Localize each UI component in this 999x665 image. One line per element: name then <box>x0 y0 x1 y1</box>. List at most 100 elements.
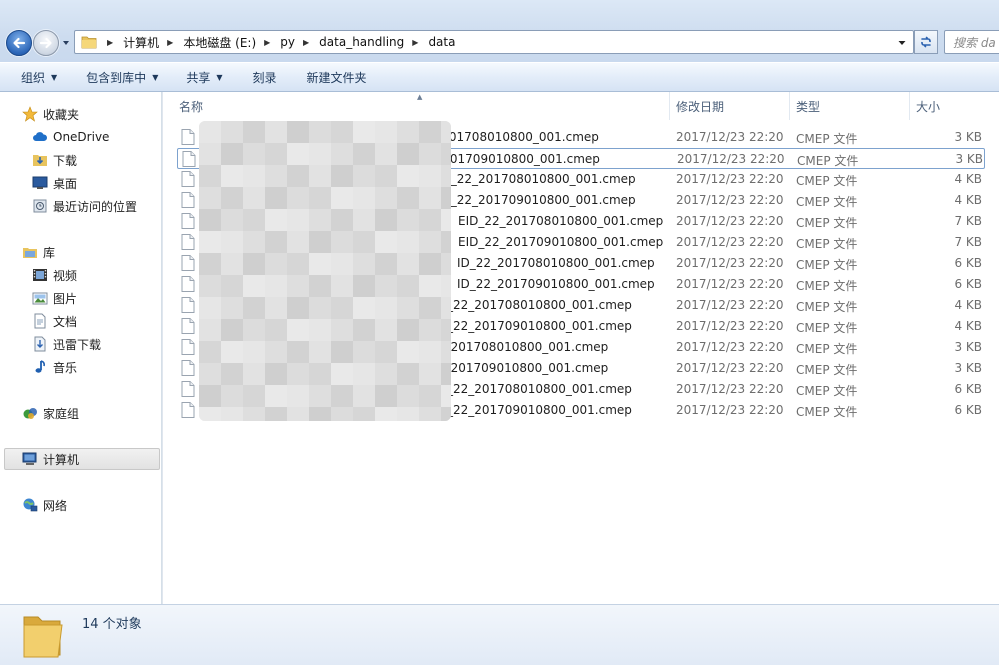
blur-tile <box>243 165 265 187</box>
breadcrumb-computer[interactable]: 计算机 <box>123 34 159 51</box>
file-name: EID_22_201709010800_001.cmep <box>458 235 664 249</box>
address-bar-area: ▶ 计算机 ▶ 本地磁盘 (E:) ▶ py ▶ data_handling ▶… <box>0 0 999 62</box>
nav-network[interactable]: 网络 <box>22 494 182 516</box>
search-input[interactable]: 搜索 da <box>944 30 999 54</box>
chevron-right-icon[interactable]: ▶ <box>264 38 270 47</box>
blur-tile <box>397 297 419 319</box>
address-history-dropdown-icon[interactable] <box>897 38 907 48</box>
blur-tile <box>375 231 397 253</box>
blur-tile <box>331 407 353 421</box>
nav-homegroup[interactable]: 家庭组 <box>22 402 182 424</box>
blur-tile <box>309 341 331 363</box>
folder-large-icon <box>23 616 63 658</box>
column-header-modified[interactable]: 修改日期 <box>670 92 790 120</box>
nav-favorites[interactable]: 收藏夹 <box>22 103 182 125</box>
blur-tile <box>397 209 419 231</box>
recent-pages-dropdown-icon[interactable] <box>61 38 71 48</box>
homegroup-icon <box>22 405 38 421</box>
caret-down-icon: ▼ <box>51 72 58 82</box>
music-note-icon <box>32 359 48 375</box>
file-icon <box>181 297 195 313</box>
breadcrumb-py[interactable]: py <box>280 35 295 49</box>
nav-xunlei-label: 迅雷下载 <box>53 337 102 352</box>
nav-pictures-label: 图片 <box>53 291 78 306</box>
breadcrumb-local-disk-e[interactable]: 本地磁盘 (E:) <box>183 34 256 51</box>
blur-tile <box>199 319 221 341</box>
blur-tile <box>375 407 397 421</box>
nav-documents-label: 文档 <box>53 314 78 329</box>
blur-tile <box>419 253 441 275</box>
privacy-blur-overlay <box>199 121 451 421</box>
breadcrumb-data[interactable]: data <box>428 35 455 49</box>
blur-tile <box>441 385 451 407</box>
file-name: _22_201708010800_001.cmep <box>447 382 632 396</box>
file-icon <box>181 234 195 250</box>
file-modified-date: 2017/12/23 22:20 <box>676 340 784 354</box>
blur-tile <box>353 187 375 209</box>
file-icon <box>181 318 195 334</box>
nav-computer[interactable]: 计算机 <box>4 448 160 470</box>
blur-tile <box>309 275 331 297</box>
file-icon <box>181 129 195 145</box>
blur-tile <box>375 143 397 165</box>
chevron-right-icon[interactable]: ▶ <box>107 38 113 47</box>
blur-tile <box>243 275 265 297</box>
forward-button[interactable] <box>33 30 59 56</box>
blur-tile <box>243 253 265 275</box>
include-in-library-menu[interactable]: 包含到库中 ▼ <box>86 62 158 92</box>
file-type: CMEP 文件 <box>796 384 858 398</box>
column-headers: 名称 ▲ 修改日期 类型 大小 <box>163 92 999 120</box>
blur-tile <box>309 231 331 253</box>
blur-tile <box>243 297 265 319</box>
share-label: 共享 <box>186 70 211 85</box>
refresh-button[interactable] <box>914 30 938 54</box>
details-status-bar: 14 个对象 <box>0 604 999 665</box>
chevron-right-icon[interactable]: ▶ <box>412 38 418 47</box>
file-size: 6 KB <box>954 277 982 291</box>
blur-tile <box>243 407 265 421</box>
nav-videos-label: 视频 <box>53 268 78 283</box>
chevron-right-icon[interactable]: ▶ <box>167 38 173 47</box>
column-header-size[interactable]: 大小 <box>910 92 999 120</box>
column-header-type[interactable]: 类型 <box>790 92 910 120</box>
blur-tile <box>353 253 375 275</box>
file-size: 6 KB <box>954 403 982 417</box>
blur-tile <box>265 275 287 297</box>
address-path-box[interactable]: ▶ 计算机 ▶ 本地磁盘 (E:) ▶ py ▶ data_handling ▶… <box>74 30 914 54</box>
blur-tile <box>397 341 419 363</box>
refresh-icon <box>921 36 931 48</box>
file-size: 6 KB <box>954 382 982 396</box>
organize-menu[interactable]: 组织 ▼ <box>21 62 57 92</box>
back-button[interactable] <box>6 30 32 56</box>
breadcrumb-data-handling[interactable]: data_handling <box>319 35 404 49</box>
file-size: 3 KB <box>954 340 982 354</box>
blur-tile <box>419 121 441 143</box>
file-name: ID_22_201708010800_001.cmep <box>438 172 636 186</box>
file-modified-date: 2017/12/23 22:20 <box>676 235 784 249</box>
blur-tile <box>287 231 309 253</box>
blur-tile <box>287 209 309 231</box>
blur-tile <box>221 253 243 275</box>
blur-tile <box>287 275 309 297</box>
blur-tile <box>375 165 397 187</box>
blur-tile <box>353 385 375 407</box>
blur-tile <box>199 341 221 363</box>
nav-libraries[interactable]: 库 <box>22 241 182 263</box>
file-modified-date: 2017/12/23 22:20 <box>676 193 784 207</box>
share-menu[interactable]: 共享 ▼ <box>186 62 222 92</box>
file-list-view: 名称 ▲ 修改日期 类型 大小 22_201708010800_001.cmep… <box>163 92 999 604</box>
nav-homegroup-label: 家庭组 <box>43 406 80 421</box>
cloud-icon <box>32 129 48 145</box>
file-icon <box>181 360 195 376</box>
burn-button[interactable]: 刻录 <box>253 62 277 92</box>
file-icon <box>181 213 195 229</box>
blur-tile <box>221 275 243 297</box>
file-type: CMEP 文件 <box>796 300 858 314</box>
blur-tile <box>419 165 441 187</box>
blur-tile <box>331 187 353 209</box>
file-size: 3 KB <box>954 130 982 144</box>
blur-tile <box>221 363 243 385</box>
chevron-right-icon[interactable]: ▶ <box>303 38 309 47</box>
new-folder-button[interactable]: 新建文件夹 <box>307 62 367 92</box>
file-icon <box>181 192 195 208</box>
